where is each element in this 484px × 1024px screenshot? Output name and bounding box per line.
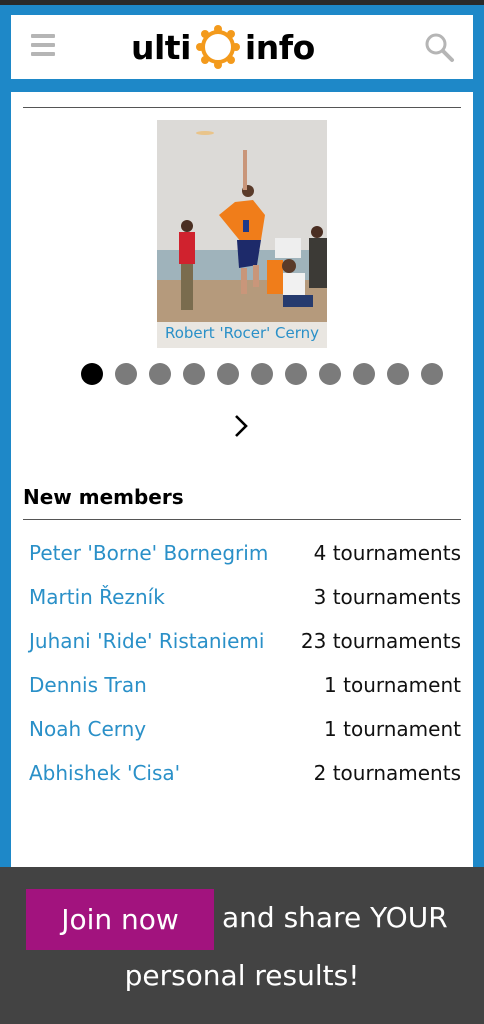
member-name-link[interactable]: Dennis Tran xyxy=(29,668,269,702)
member-tournament-count: 4 tournaments xyxy=(313,541,461,565)
member-tournament-count: 23 tournaments xyxy=(300,629,461,653)
logo-text-left: ulti xyxy=(131,27,191,67)
join-banner: Join now and share YOUR personal results… xyxy=(0,867,484,1024)
search-icon[interactable] xyxy=(423,31,455,63)
carousel-dot[interactable] xyxy=(217,363,239,385)
member-name-link[interactable]: Abhishek 'Cisa' xyxy=(29,756,269,790)
spotlight-card[interactable]: Robert 'Rocer' Cerny xyxy=(157,120,327,348)
member-tournament-count: 3 tournaments xyxy=(313,585,461,609)
carousel-dot[interactable] xyxy=(183,363,205,385)
carousel-pagination xyxy=(81,363,455,385)
list-item: Dennis Tran 1 tournament xyxy=(29,668,461,702)
carousel-dot[interactable] xyxy=(251,363,273,385)
carousel-dot[interactable] xyxy=(285,363,307,385)
member-name-link[interactable]: Martin Řezník xyxy=(29,580,269,614)
list-item: Juhani 'Ride' Ristaniemi 23 tournaments xyxy=(29,624,461,658)
list-item: Martin Řezník 3 tournaments xyxy=(29,580,461,614)
member-name-link[interactable]: Juhani 'Ride' Ristaniemi xyxy=(29,624,269,658)
join-now-button[interactable]: Join now xyxy=(26,889,214,950)
list-item: Peter 'Borne' Bornegrim 4 tournaments xyxy=(29,536,461,570)
section-divider xyxy=(23,519,461,520)
carousel-dot[interactable] xyxy=(115,363,137,385)
spotlight-caption[interactable]: Robert 'Rocer' Cerny xyxy=(157,324,327,342)
carousel-dot[interactable] xyxy=(421,363,443,385)
new-members-heading: New members xyxy=(23,485,184,509)
carousel-dot[interactable] xyxy=(81,363,103,385)
site-logo[interactable]: ulti info xyxy=(131,21,356,73)
member-tournament-count: 1 tournament xyxy=(324,717,461,741)
member-name-link[interactable]: Peter 'Borne' Bornegrim xyxy=(29,536,269,570)
join-banner-text: and share YOUR xyxy=(222,901,448,934)
carousel-dot[interactable] xyxy=(387,363,409,385)
carousel-dot[interactable] xyxy=(353,363,375,385)
header-bar: ulti info xyxy=(11,15,473,79)
header: ulti info xyxy=(0,5,484,92)
section-divider xyxy=(23,107,461,108)
ring-logo-icon xyxy=(195,25,240,69)
chevron-right-icon[interactable] xyxy=(229,412,253,440)
carousel-dot[interactable] xyxy=(149,363,171,385)
list-item: Noah Cerny 1 tournament xyxy=(29,712,461,746)
member-name-link[interactable]: Noah Cerny xyxy=(29,712,269,746)
carousel-dot[interactable] xyxy=(319,363,341,385)
hamburger-menu-icon[interactable] xyxy=(31,34,55,56)
member-tournament-count: 2 tournaments xyxy=(313,761,461,785)
logo-text-right: info xyxy=(244,27,315,67)
list-item: Abhishek 'Cisa' 2 tournaments xyxy=(29,756,461,790)
member-tournament-count: 1 tournament xyxy=(324,673,461,697)
player-photo xyxy=(157,120,327,322)
new-members-list: Peter 'Borne' Bornegrim 4 tournaments Ma… xyxy=(29,536,461,800)
join-banner-text: personal results! xyxy=(124,959,360,992)
